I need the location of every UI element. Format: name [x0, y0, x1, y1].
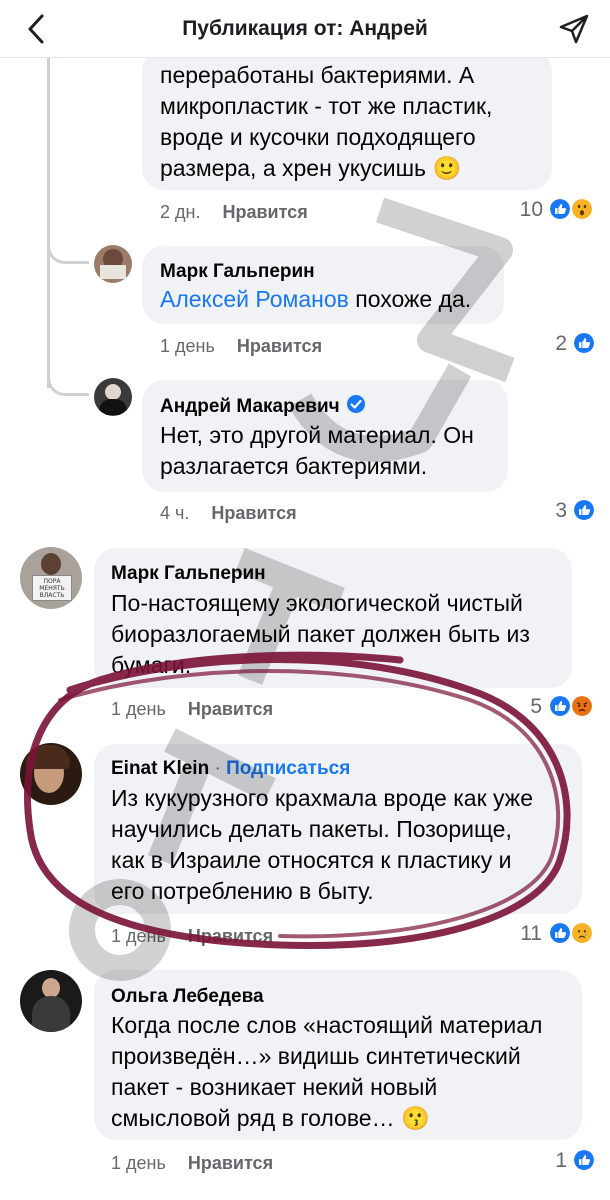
reactions-count[interactable]: 2	[527, 332, 567, 356]
like-button[interactable]: Нравится	[188, 926, 273, 946]
comment-text: По-настоящему экологической чистый биора…	[111, 590, 530, 678]
avatar[interactable]	[94, 245, 132, 283]
like-button[interactable]: Нравится	[237, 336, 322, 356]
reactions-count[interactable]: 1	[527, 1149, 567, 1173]
like-reaction-icon	[572, 498, 596, 522]
comment-time: 4 ч.	[160, 503, 190, 523]
comment-meta: 4 ч. Нравится	[160, 503, 297, 524]
comment-text: Алексей Романов похоже да.	[160, 286, 472, 312]
comment-text: переработаны бактериями. А микропластик …	[160, 62, 493, 181]
comment-author[interactable]: Ольга Лебедева	[111, 986, 264, 1008]
comment-time: 1 день	[111, 1153, 166, 1173]
comment-meta: 1 день Нравится	[111, 699, 273, 720]
share-icon	[559, 14, 589, 44]
comment-time: 1 день	[160, 336, 215, 356]
like-reaction-icon	[572, 331, 596, 355]
reactions-count[interactable]: 3	[527, 499, 567, 523]
like-button[interactable]: Нравится	[188, 699, 273, 719]
avatar[interactable]	[20, 743, 82, 805]
comment-author[interactable]: Марк Гальперин	[111, 563, 266, 585]
like-button[interactable]: Нравится	[188, 1153, 273, 1173]
share-button[interactable]	[558, 13, 590, 45]
reply-connector	[47, 240, 89, 264]
top-bar: Публикация от: Андрей	[0, 0, 610, 58]
kissing-emoji: 😗	[401, 1105, 430, 1131]
comment-author[interactable]: Андрей Макаревич	[160, 394, 366, 418]
reactions-count[interactable]: 10	[503, 198, 543, 222]
comment-meta: 1 день Нравится	[160, 336, 322, 357]
sad-reaction-icon	[570, 921, 594, 945]
smile-emoji: 🙂	[432, 155, 462, 181]
comment-text: Из кукурузного крахмала вроде как уже на…	[111, 785, 533, 904]
reply-connector	[47, 372, 89, 396]
like-button[interactable]: Нравится	[222, 202, 307, 222]
comment-meta: 1 день Нравится	[111, 1153, 273, 1174]
like-reaction-icon	[548, 921, 572, 945]
comment-meta: 1 день Нравится	[111, 926, 273, 947]
comment-text: Когда после слов «настоящий материал про…	[111, 1012, 543, 1131]
wow-reaction-icon	[570, 197, 594, 221]
like-button[interactable]: Нравится	[211, 503, 296, 523]
subscribe-link[interactable]: Подписаться	[226, 758, 350, 779]
comment-author[interactable]: Марк Гальперин	[160, 261, 315, 283]
reactions-count[interactable]: 11	[502, 922, 542, 946]
reactions-count[interactable]: 5	[502, 695, 542, 719]
comment-time: 1 день	[111, 699, 166, 719]
avatar[interactable]	[94, 378, 132, 416]
comment-meta: 2 дн. Нравится	[160, 202, 308, 223]
angry-reaction-icon	[570, 694, 594, 718]
comment-author[interactable]: Einat Klein · Подписаться	[111, 758, 350, 780]
avatar[interactable]	[20, 970, 82, 1032]
page-title: Публикация от: Андрей	[182, 17, 428, 40]
comment-time: 1 день	[111, 926, 166, 946]
comment-text: Нет, это другой материал. Он разлагается…	[160, 422, 474, 479]
like-reaction-icon	[548, 197, 572, 221]
reply-thread-line	[47, 58, 50, 388]
mention-link[interactable]: Алексей Романов	[160, 286, 349, 312]
like-reaction-icon	[572, 1148, 596, 1172]
like-reaction-icon	[548, 694, 572, 718]
verified-icon	[346, 395, 365, 413]
comment-time: 2 дн.	[160, 202, 201, 222]
avatar[interactable]: ПОРА МЕНЯТЬ ВЛАСТЬ	[20, 547, 82, 609]
